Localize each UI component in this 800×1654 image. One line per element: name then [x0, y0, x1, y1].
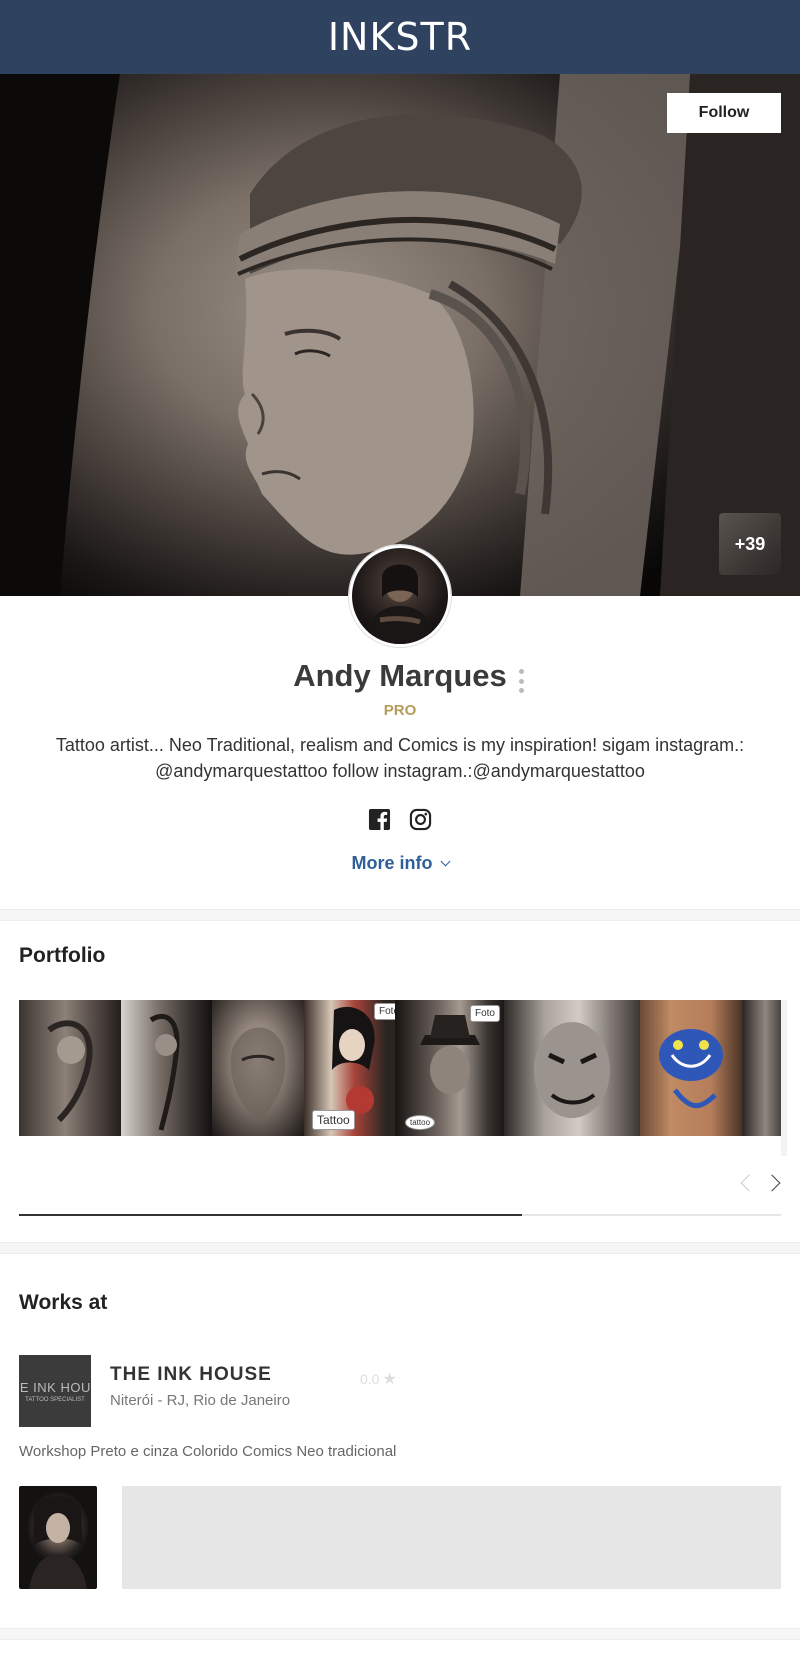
avatar-portrait: [366, 564, 434, 644]
follow-button[interactable]: Follow: [667, 93, 781, 133]
portfolio-carousel[interactable]: Tattoo Foto tattoo Foto: [19, 1000, 781, 1136]
section-divider: [0, 1628, 800, 1640]
more-options-icon[interactable]: [516, 669, 526, 693]
portfolio-image[interactable]: tattoo Foto: [395, 1000, 504, 1136]
shop-name[interactable]: THE INK HOUSE: [110, 1364, 272, 1386]
facebook-icon[interactable]: [368, 808, 391, 831]
profile-name: Andy Marques: [293, 658, 507, 693]
carousel-prev-icon[interactable]: [740, 1174, 758, 1192]
shop-tags: Workshop Preto e cinza Colorido Comics N…: [19, 1443, 397, 1460]
shop-location: Niterói - RJ, Rio de Janeiro: [110, 1392, 291, 1409]
shop-logo-text: HE INK HOUS: [19, 1379, 91, 1395]
profile-bio: Tattoo artist... Neo Traditional, realis…: [55, 735, 745, 781]
avatar[interactable]: [349, 545, 451, 647]
shop-photo[interactable]: [19, 1486, 97, 1589]
portfolio-title: Portfolio: [19, 944, 106, 967]
carousel-scrollbar[interactable]: [19, 1214, 781, 1216]
social-links: [0, 808, 800, 831]
portfolio-image[interactable]: Tattoo Foto: [304, 1000, 405, 1136]
carousel-edge: [781, 1000, 787, 1156]
tattoo-tag: tattoo: [405, 1115, 436, 1130]
shop-logo[interactable]: HE INK HOUS TATTOO SPECIALIST: [19, 1355, 91, 1427]
shop-logo-subtext: TATTOO SPECIALIST: [25, 1396, 85, 1403]
portfolio-image[interactable]: [504, 1000, 640, 1136]
chevron-down-icon: [440, 856, 450, 867]
shop-rating-value: 0.0: [360, 1371, 380, 1387]
shop-rating: 0.0 ★: [360, 1369, 397, 1389]
more-info-label: More info: [351, 853, 433, 873]
cover-tattoo-illustration: [0, 74, 800, 596]
cover-photo[interactable]: Follow +39: [0, 74, 800, 596]
photo-tag: Foto: [469, 1005, 500, 1022]
portfolio-image[interactable]: [742, 1000, 781, 1136]
portfolio-image[interactable]: [640, 1000, 742, 1136]
app-logo[interactable]: INKSTR: [328, 15, 472, 59]
more-photos-count: +39: [734, 533, 766, 554]
star-icon: ★: [382, 1371, 397, 1388]
section-divider: [0, 909, 800, 921]
section-divider: [0, 1242, 800, 1254]
portfolio-image[interactable]: [121, 1000, 212, 1136]
instagram-icon[interactable]: [409, 808, 432, 831]
more-photos-thumbnail[interactable]: +39: [719, 513, 781, 575]
tattoo-tag: Tattoo: [312, 1110, 355, 1130]
portfolio-image[interactable]: [212, 1000, 304, 1136]
pro-badge: PRO: [383, 702, 417, 719]
shop-media-placeholder: [122, 1486, 781, 1589]
top-bar: INKSTR: [0, 0, 800, 74]
portfolio-image[interactable]: [19, 1000, 121, 1136]
more-info-toggle[interactable]: More info: [0, 853, 800, 874]
works-at-title: Works at: [19, 1291, 108, 1314]
carousel-next-icon[interactable]: [763, 1174, 781, 1192]
carousel-scroll-thumb[interactable]: [19, 1214, 522, 1216]
